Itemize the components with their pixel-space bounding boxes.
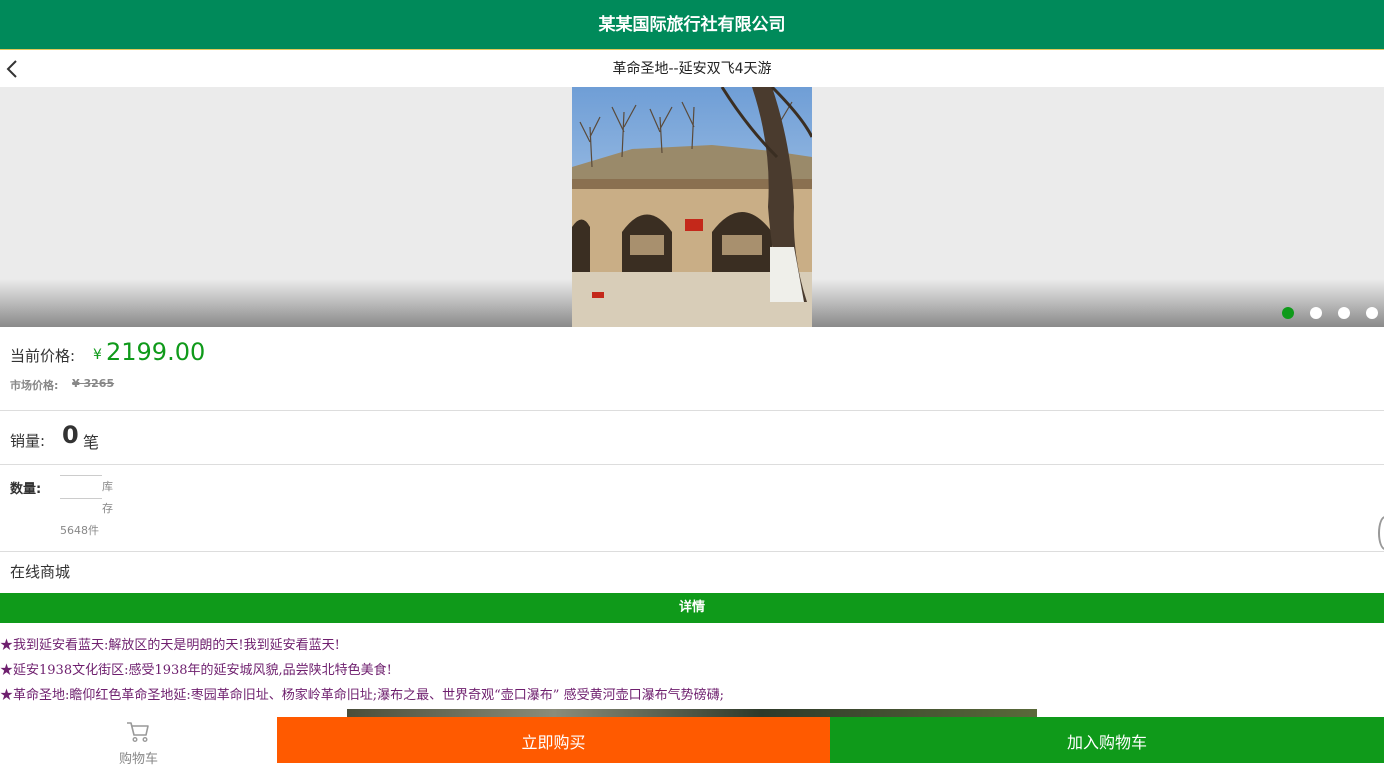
tab-detail[interactable]: 详情 [0, 593, 1384, 623]
quantity-label: 数量: [10, 482, 42, 497]
add-to-cart-button[interactable]: 加入购物车 [830, 717, 1384, 763]
buy-now-label: 立即购买 [521, 733, 586, 752]
page-title: 革命圣地--延安双飞4天游 [612, 61, 772, 77]
description-line: ★我到延安看蓝天:解放区的天是明朗的天!我到延安看蓝天! [0, 638, 340, 653]
carousel-dot-1[interactable] [1282, 307, 1294, 319]
add-to-cart-label: 加入购物车 [1066, 733, 1147, 752]
app-header: 某某国际旅行社有限公司 [0, 0, 1384, 50]
online-mall-label: 在线商城 [10, 563, 71, 581]
sales-count: 0 [62, 421, 79, 449]
current-price-label: 当前价格: [10, 347, 76, 365]
quantity-input[interactable] [60, 475, 102, 499]
stock-label-part1: 库 [102, 480, 113, 493]
market-price: ¥ 3265 [72, 377, 115, 390]
price-section: 当前价格: ¥ 2199.00 市场价格: ¥ 3265 [0, 327, 1384, 411]
carousel-photo [572, 87, 812, 327]
buy-now-button[interactable]: 立即购买 [277, 717, 830, 763]
carousel-dot-4[interactable] [1366, 307, 1378, 319]
image-carousel[interactable] [0, 87, 1384, 327]
market-price-label: 市场价格: [10, 379, 59, 392]
sales-section: 销量: 0 笔 [0, 411, 1384, 465]
shopping-cart-icon [127, 722, 149, 743]
online-mall-link[interactable]: 在线商城 [0, 552, 1384, 593]
stock-count: 5648件 [60, 524, 99, 537]
product-description: ★我到延安看蓝天:解放区的天是明朗的天!我到延安看蓝天! ★延安1938文化街区… [0, 633, 1384, 708]
detail-tab-label: 详情 [678, 600, 705, 615]
cart-label: 购物车 [118, 752, 158, 767]
cart-button[interactable]: 购物车 [0, 717, 277, 767]
carousel-dot-2[interactable] [1310, 307, 1322, 319]
bottom-action-bar: 购物车 立即购买 加入购物车 [0, 717, 1384, 767]
carousel-indicators [1282, 307, 1378, 319]
sales-unit: 笔 [83, 433, 100, 452]
nav-bar: 革命圣地--延安双飞4天游 [0, 51, 1384, 87]
carousel-dot-3[interactable] [1338, 307, 1350, 319]
description-line: ★延安1938文化街区:感受1938年的延安城风貌,品尝陕北特色美食! [0, 663, 392, 678]
sales-label: 销量: [10, 432, 46, 450]
description-line: ★革命圣地:瞻仰红色革命圣地延:枣园革命旧址、杨家岭革命旧址;瀑布之最、世界奇观… [0, 688, 724, 703]
back-arrow-icon[interactable] [4, 59, 24, 79]
quantity-section: 数量: 库 存 5648件 [0, 465, 1384, 552]
stock-label-part2: 存 [102, 502, 113, 515]
company-title: 某某国际旅行社有限公司 [598, 15, 786, 35]
currency-symbol: ¥ [93, 347, 102, 363]
current-price: 2199.00 [106, 338, 206, 366]
